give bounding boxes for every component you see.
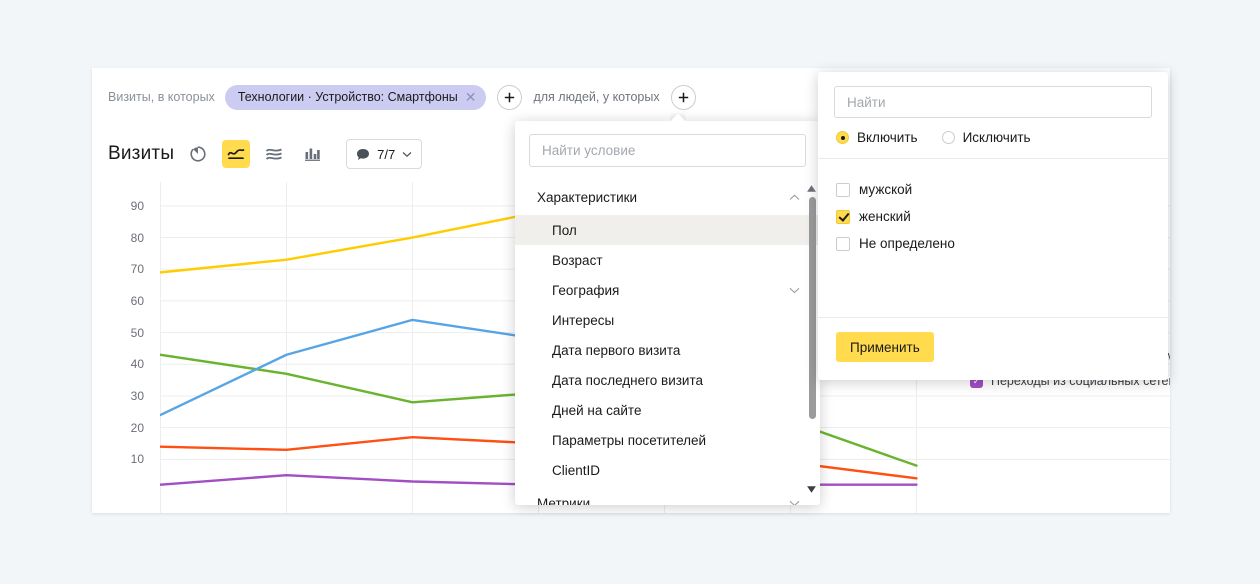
condition-group-header-metrics[interactable]: Метрики — [515, 485, 820, 505]
line-chart-icon — [227, 149, 245, 160]
people-filter-label: для людей, у которых — [533, 90, 660, 104]
bubble-icon — [357, 148, 370, 160]
condition-list-item[interactable]: Дата первого визита — [515, 335, 820, 365]
checkbox-icon[interactable] — [836, 182, 850, 197]
y-axis-tick-30: 30 — [130, 388, 144, 403]
condition-group-label: Характеристики — [537, 189, 638, 205]
y-axis-tick-10: 10 — [130, 452, 144, 467]
add-people-condition-button[interactable] — [670, 84, 696, 110]
condition-scrollbar-thumb[interactable] — [809, 197, 816, 419]
radio-icon[interactable] — [941, 131, 955, 144]
chevron-down-icon — [402, 151, 412, 157]
condition-item-label: Дата последнего визита — [552, 372, 704, 388]
condition-search-box[interactable] — [529, 134, 806, 167]
checkbox-icon[interactable] — [836, 236, 850, 251]
values-popup: Включить Исключить мужской женский Не опред… — [818, 72, 1168, 380]
condition-list-item[interactable]: Пол — [515, 215, 820, 245]
condition-item-label: Дата первого визита — [552, 342, 681, 358]
radio-icon[interactable] — [836, 131, 849, 144]
condition-group-header[interactable]: Характеристики — [515, 179, 820, 215]
condition-dropdown-popup: Характеристики Пол Возраст География Интерес… — [515, 121, 820, 505]
condition-list-item[interactable]: Возраст — [515, 245, 820, 275]
mode-radio-include[interactable]: Включить — [836, 130, 918, 145]
apply-button[interactable]: Применить — [836, 332, 934, 362]
condition-list-item[interactable]: Параметры посетителей — [515, 425, 820, 455]
y-axis-tick-20: 20 — [130, 420, 144, 435]
triangle-up-icon[interactable] — [806, 183, 817, 194]
vis-button-pie[interactable] — [184, 140, 212, 168]
condition-item-label: Пол — [552, 222, 577, 238]
stacked-area-chart-icon — [266, 148, 283, 160]
popup-tail — [670, 113, 686, 121]
filter-prefix-label: Визиты, в которых — [108, 90, 215, 104]
value-label: мужской — [859, 182, 913, 197]
y-axis-tick-40: 40 — [130, 357, 144, 372]
vis-button-line[interactable] — [222, 140, 251, 168]
values-search-box[interactable] — [834, 86, 1152, 118]
condition-list-item[interactable]: География — [515, 275, 820, 305]
value-label: Не определено — [859, 236, 955, 251]
condition-group-label: Метрики — [537, 495, 591, 506]
chevron-up-icon — [789, 194, 800, 200]
condition-list[interactable]: Характеристики Пол Возраст География Интерес… — [515, 179, 820, 505]
plus-icon — [678, 92, 688, 102]
y-axis-tick-70: 70 — [130, 262, 144, 277]
condition-list-item[interactable]: Дата последнего визита — [515, 365, 820, 395]
close-icon[interactable]: ✕ — [464, 90, 478, 104]
plus-icon — [505, 92, 515, 102]
y-axis-tick-50: 50 — [130, 325, 144, 340]
chevron-down-icon — [789, 287, 800, 293]
segment-chip-label: Технологии · Устройство: Смартфоны — [237, 90, 458, 104]
vis-button-stacked-area[interactable] — [260, 140, 288, 168]
mode-radio-label: Включить — [857, 130, 918, 145]
y-axis-labels: 10 20 30 40 50 60 70 80 90 — [92, 182, 152, 513]
vis-button-bar[interactable] — [298, 140, 326, 168]
values-search-input[interactable] — [845, 93, 1141, 111]
value-label: женский — [859, 209, 911, 224]
condition-item-label: Параметры посетителей — [552, 432, 707, 448]
value-checkbox-row[interactable]: женский — [836, 203, 1168, 230]
condition-item-label: Дней на сайте — [552, 402, 642, 418]
condition-list-item[interactable]: Интересы — [515, 305, 820, 335]
y-axis-tick-80: 80 — [130, 230, 144, 245]
mode-radio-label: Исключить — [962, 130, 1031, 145]
triangle-down-icon[interactable] — [806, 484, 817, 495]
condition-item-label: География — [552, 282, 620, 298]
y-axis-tick-60: 60 — [130, 293, 144, 308]
value-checkbox-row[interactable]: Не определено — [836, 230, 1168, 257]
page-title: Визиты — [108, 143, 175, 164]
condition-item-label: ClientID — [552, 462, 601, 478]
condition-item-label: Интересы — [552, 312, 615, 328]
condition-list-item[interactable]: ClientID — [515, 455, 820, 485]
y-axis-tick-90: 90 — [130, 198, 144, 213]
condition-item-label: Возраст — [552, 252, 603, 268]
condition-list-item[interactable]: Дней на сайте — [515, 395, 820, 425]
values-checkbox-list: мужской женский Не определено — [818, 159, 1168, 257]
condition-search-input[interactable] — [540, 142, 795, 159]
add-segment-button[interactable] — [497, 84, 523, 110]
values-popup-footer: Применить — [818, 317, 1168, 380]
series-selector[interactable]: 7/7 — [346, 139, 423, 169]
values-mode-radios: Включить Исключить — [818, 118, 1168, 159]
value-checkbox-row[interactable]: мужской — [836, 176, 1168, 203]
chevron-down-icon — [789, 500, 800, 505]
bar-chart-icon — [304, 148, 320, 161]
checkbox-icon[interactable] — [836, 209, 850, 224]
pie-chart-icon — [190, 146, 206, 162]
mode-radio-exclude[interactable]: Исключить — [941, 130, 1031, 145]
series-selector-label: 7/7 — [377, 146, 396, 162]
segment-chip[interactable]: Технологии · Устройство: Смартфоны ✕ — [224, 84, 487, 110]
